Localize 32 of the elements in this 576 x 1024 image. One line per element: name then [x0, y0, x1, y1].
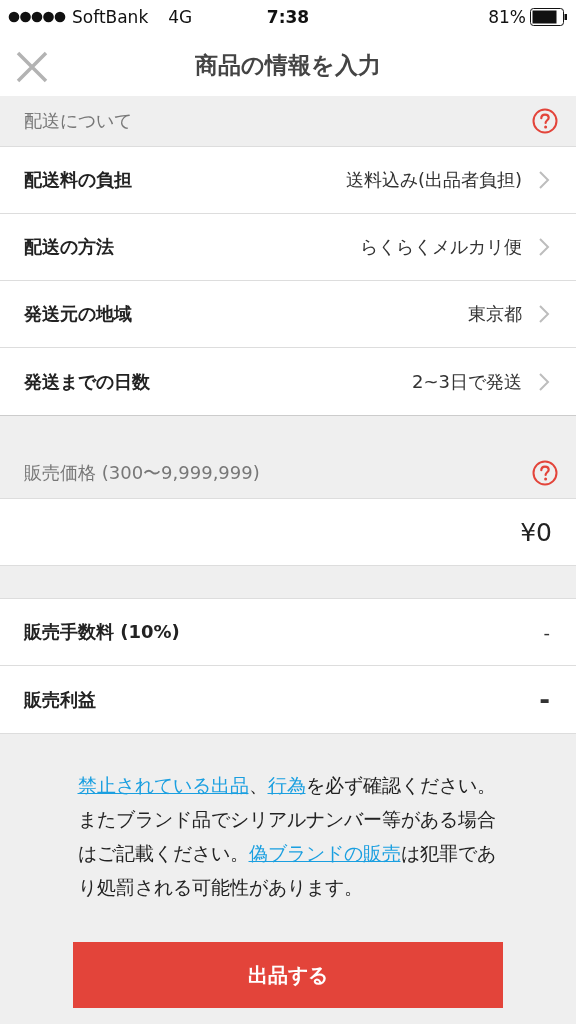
row-value: -	[539, 684, 550, 715]
help-icon[interactable]	[532, 108, 558, 134]
close-button[interactable]	[16, 51, 48, 83]
section-header: 配送について	[24, 109, 132, 133]
row-label: 配送の方法	[24, 235, 115, 259]
row-label: 発送までの日数	[24, 369, 151, 394]
chevron-right-icon	[538, 237, 550, 257]
battery-percent: 81%	[488, 7, 526, 27]
screen-title: 商品の情報を入力	[195, 50, 381, 80]
signal-dots-icon	[8, 11, 66, 23]
price-field[interactable]: ¥0	[0, 499, 576, 566]
row-value: らくらくメルカリ便	[360, 235, 522, 259]
chevron-right-icon	[538, 170, 550, 190]
row-value: 東京都	[468, 302, 522, 326]
close-icon	[16, 51, 48, 83]
row-label: 販売利益	[24, 687, 97, 712]
row-value: -	[543, 621, 550, 643]
network-type: 4G	[168, 7, 193, 27]
section-header: 販売価格 (300〜9,999,999)	[24, 461, 260, 485]
notice-text: 禁止されている出品、行為を必ず確認ください。またブランド品でシリアルナンバー等がある場合はご記載ください。偽ブランドの販売は犯罪であり処罰される可能性があります。	[77, 773, 497, 900]
row-label: 販売手数料 (10%)	[24, 620, 181, 644]
chevron-right-icon	[538, 304, 550, 324]
row-value: 送料込み(出品者負担)	[345, 168, 522, 192]
clock-time: 7:38	[266, 7, 310, 27]
row-label: 配送料の負担	[24, 168, 133, 192]
row-label: 発送元の地域	[24, 302, 133, 326]
chevron-right-icon	[538, 371, 550, 392]
row-value: 2~3日で発送	[412, 369, 522, 394]
carrier-name: SoftBank	[72, 7, 149, 27]
battery-icon	[530, 8, 568, 26]
help-icon[interactable]	[532, 460, 558, 486]
submit-button[interactable]: 出品する	[73, 942, 503, 1008]
